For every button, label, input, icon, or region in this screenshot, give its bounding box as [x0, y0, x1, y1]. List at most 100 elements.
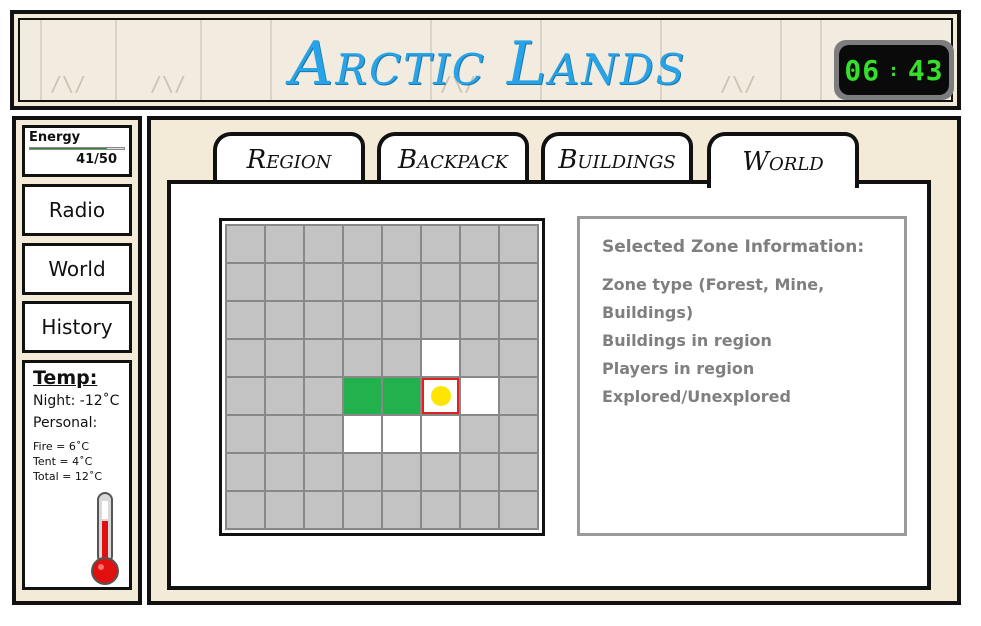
main-panel: Region Backpack Buildings World Selected… — [147, 116, 961, 605]
map-cell[interactable] — [227, 264, 264, 300]
map-cell[interactable] — [266, 226, 303, 262]
map-cell[interactable] — [227, 416, 264, 452]
map-cell[interactable] — [422, 340, 459, 376]
energy-panel: Energy 41/50 — [22, 125, 132, 177]
map-cell-selected[interactable] — [422, 378, 459, 414]
map-cell[interactable] — [383, 492, 420, 528]
map-cell[interactable] — [461, 340, 498, 376]
map-cell[interactable] — [266, 378, 303, 414]
map-cell[interactable] — [305, 378, 342, 414]
map-cell[interactable] — [383, 416, 420, 452]
clock-display: 06 : 43 — [839, 45, 949, 95]
temperature-panel: Temp: Night: -12˚C Personal: Fire = 6˚C … — [22, 360, 132, 590]
fire-temperature: Fire = 6˚C — [33, 440, 90, 453]
map-cell[interactable] — [305, 302, 342, 338]
temp-title: Temp: — [33, 367, 98, 389]
map-cell[interactable] — [461, 416, 498, 452]
map-cell[interactable] — [422, 226, 459, 262]
map-cell[interactable] — [383, 302, 420, 338]
map-cell[interactable] — [383, 226, 420, 262]
map-cell[interactable] — [461, 492, 498, 528]
map-cell[interactable] — [227, 226, 264, 262]
map-cell[interactable] — [344, 416, 381, 452]
map-cell[interactable] — [305, 416, 342, 452]
map-cell[interactable] — [383, 264, 420, 300]
map-cell[interactable] — [344, 264, 381, 300]
zone-info-panel: Selected Zone Information: Zone type (Fo… — [577, 216, 907, 536]
map-cell[interactable] — [500, 454, 537, 490]
tab-world[interactable]: World — [707, 132, 859, 188]
total-temperature: Total = 12˚C — [33, 470, 103, 483]
tab-region[interactable]: Region — [213, 132, 365, 184]
map-cell[interactable] — [422, 454, 459, 490]
map-cell[interactable] — [422, 416, 459, 452]
map-cell[interactable] — [422, 492, 459, 528]
map-cell[interactable] — [266, 264, 303, 300]
map-cell[interactable] — [500, 264, 537, 300]
map-cell[interactable] — [344, 378, 381, 414]
game-clock: 06 : 43 — [834, 40, 954, 100]
clock-minutes: 43 — [907, 53, 944, 87]
world-button[interactable]: World — [22, 243, 132, 295]
map-cell[interactable] — [305, 340, 342, 376]
zone-info-line: Zone type (Forest, Mine, Buildings) — [602, 275, 825, 322]
history-button[interactable]: History — [22, 301, 132, 353]
map-cell[interactable] — [500, 226, 537, 262]
map-cell[interactable] — [461, 226, 498, 262]
zone-info-title: Selected Zone Information: — [602, 237, 865, 257]
map-cell[interactable] — [500, 340, 537, 376]
map-cell[interactable] — [500, 302, 537, 338]
game-title: Arctic Lands — [290, 29, 687, 99]
map-cell[interactable] — [227, 454, 264, 490]
player-marker-icon — [430, 386, 451, 406]
tab-backpack[interactable]: Backpack — [377, 132, 529, 184]
map-cell[interactable] — [383, 340, 420, 376]
map-cell[interactable] — [344, 492, 381, 528]
map-cell[interactable] — [266, 492, 303, 528]
map-cell[interactable] — [305, 226, 342, 262]
map-cell[interactable] — [266, 340, 303, 376]
energy-bar-fill — [30, 148, 108, 149]
energy-label: Energy — [29, 130, 81, 145]
map-cell[interactable] — [266, 416, 303, 452]
map-cell[interactable] — [461, 264, 498, 300]
map-cell[interactable] — [461, 302, 498, 338]
map-cell[interactable] — [305, 264, 342, 300]
map-cell[interactable] — [383, 378, 420, 414]
map-cell[interactable] — [461, 454, 498, 490]
world-map — [219, 218, 545, 536]
sidebar: Energy 41/50 Radio World History Temp: N… — [12, 116, 142, 605]
map-cell[interactable] — [500, 416, 537, 452]
map-cell[interactable] — [422, 264, 459, 300]
radio-button[interactable]: Radio — [22, 184, 132, 236]
map-cell[interactable] — [344, 454, 381, 490]
wood-background: /\/ /\/ /\/ /\/ Arctic Lands — [18, 18, 953, 102]
map-cell[interactable] — [305, 492, 342, 528]
map-cell[interactable] — [227, 492, 264, 528]
map-cell[interactable] — [344, 226, 381, 262]
header-banner: /\/ /\/ /\/ /\/ Arctic Lands 06 : 43 — [10, 10, 961, 110]
map-cell[interactable] — [305, 454, 342, 490]
map-cell[interactable] — [227, 302, 264, 338]
energy-bar — [29, 147, 125, 150]
zone-info-line: Buildings in region — [602, 331, 772, 350]
map-cell[interactable] — [500, 378, 537, 414]
thermometer-icon — [91, 492, 119, 585]
map-cell[interactable] — [422, 302, 459, 338]
map-cell[interactable] — [266, 302, 303, 338]
map-cell[interactable] — [227, 340, 264, 376]
map-cell[interactable] — [344, 302, 381, 338]
map-cell[interactable] — [227, 378, 264, 414]
world-map-grid — [225, 224, 539, 530]
map-cell[interactable] — [461, 378, 498, 414]
clock-hours: 06 — [844, 53, 881, 87]
map-cell[interactable] — [500, 492, 537, 528]
map-cell[interactable] — [344, 340, 381, 376]
map-cell[interactable] — [266, 454, 303, 490]
energy-value: 41/50 — [76, 152, 117, 167]
clock-separator: : — [888, 59, 900, 81]
map-cell[interactable] — [383, 454, 420, 490]
tab-buildings[interactable]: Buildings — [541, 132, 693, 184]
zone-info-line: Players in region — [602, 359, 755, 378]
zone-info-line: Explored/Unexplored — [602, 387, 791, 406]
